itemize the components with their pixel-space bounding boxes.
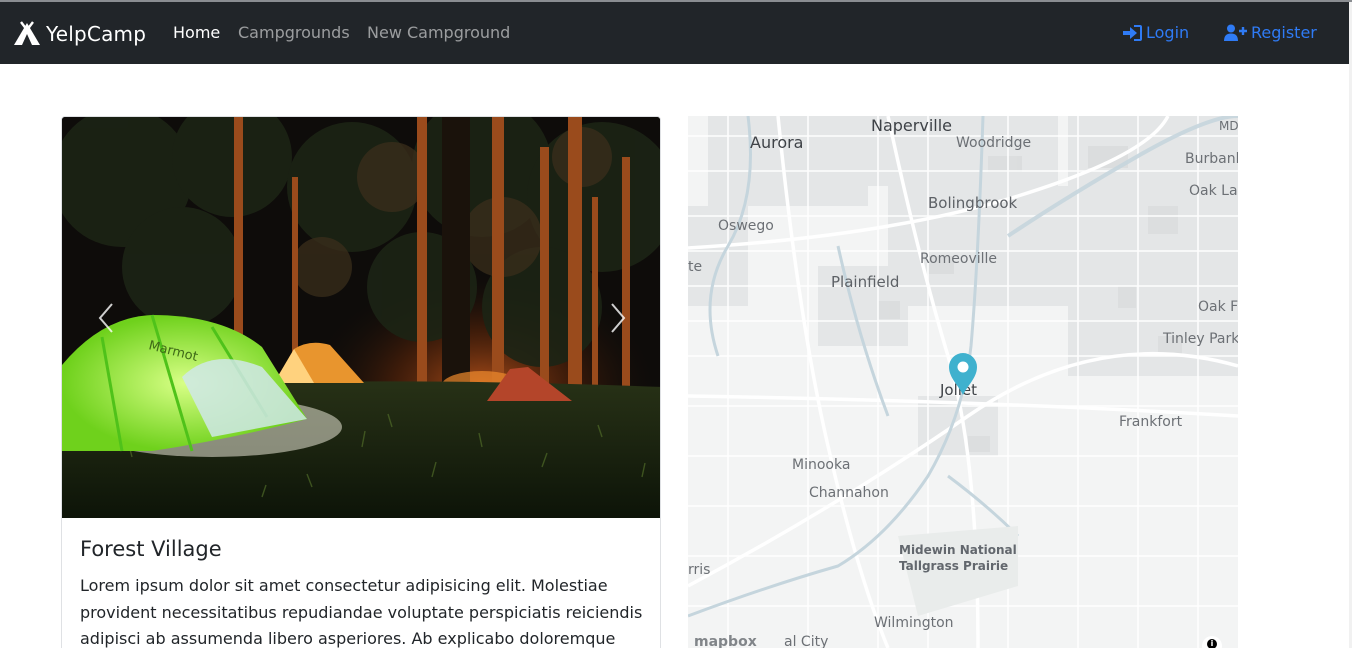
user-plus-icon [1224, 24, 1247, 41]
campground-icon [14, 21, 40, 45]
map-label: Wilmington [874, 615, 954, 631]
map-label: Naperville [871, 116, 952, 135]
map-label: Tallgrass Prairie [899, 559, 1009, 573]
login-link[interactable]: Login [1123, 23, 1189, 42]
chevron-right-icon[interactable] [606, 300, 630, 336]
map-label: Woodridge [956, 135, 1032, 151]
map-label: Plainfield [831, 273, 900, 291]
map-label: Minooka [792, 457, 851, 473]
map-label: Oak Lav [1189, 183, 1238, 199]
sign-in-icon [1123, 24, 1142, 41]
brand[interactable]: YelpCamp [12, 19, 146, 49]
map-label: al City [784, 634, 829, 648]
map-label: Oak Fo [1198, 299, 1238, 315]
map-label: rris [688, 562, 711, 578]
campground-card: Marmot Forest Village Lorem ipsum dolor … [61, 116, 661, 648]
register-label: Register [1251, 23, 1317, 42]
mapbox-logo[interactable]: mapbox [694, 634, 757, 648]
map-marker-icon[interactable] [947, 352, 979, 396]
register-link[interactable]: Register [1224, 23, 1317, 42]
nav-new-campground[interactable]: New Campground [367, 23, 510, 42]
map-label: Aurora [750, 133, 804, 152]
chevron-left-icon[interactable] [94, 300, 118, 336]
nav-campgrounds[interactable]: Campgrounds [238, 23, 350, 42]
brand-name: YelpCamp [46, 22, 147, 46]
map-label: Burbank [1185, 151, 1238, 167]
map-label: Midewin National [899, 543, 1017, 557]
map-label: te [688, 259, 703, 275]
campground-photo: Marmot [62, 117, 660, 518]
map-label: Bolingbrook [928, 194, 1018, 212]
campground-title: Forest Village [80, 537, 222, 561]
image-carousel: Marmot [62, 117, 660, 518]
nav-home[interactable]: Home [173, 23, 220, 42]
map-label: Oswego [718, 218, 774, 234]
campground-description: Lorem ipsum dolor sit amet consectetur a… [80, 576, 643, 648]
map-label: Romeoville [920, 251, 998, 267]
navbar: YelpCamp Home Campgrounds New Campground… [0, 2, 1349, 64]
map-label: Channahon [809, 485, 889, 501]
campground-map[interactable]: Naperville Aurora Woodridge MD Burbank O… [688, 116, 1238, 648]
map-label: MD [1219, 119, 1238, 133]
map-label: Frankfort [1119, 414, 1183, 430]
map-label: Tinley Park [1163, 331, 1238, 347]
login-label: Login [1146, 23, 1190, 42]
